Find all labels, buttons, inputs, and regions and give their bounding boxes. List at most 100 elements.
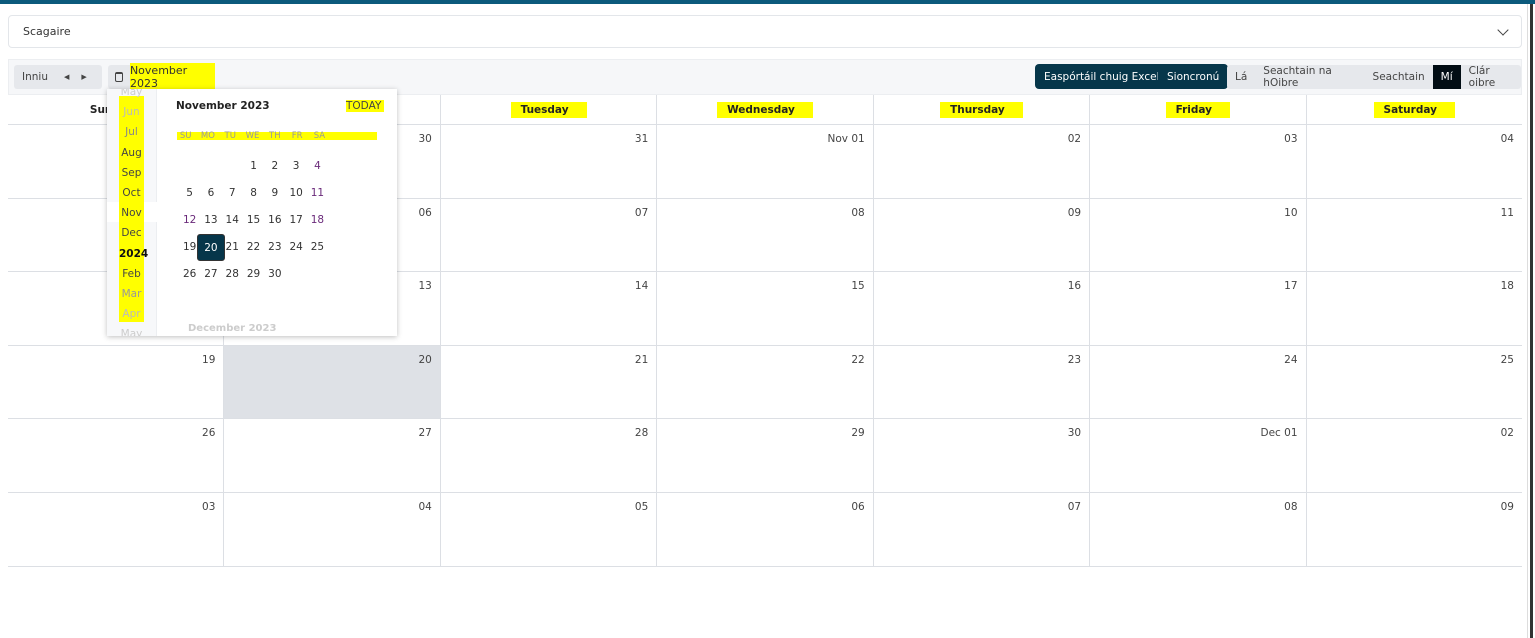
day-number: 27 [418,427,432,439]
day-cell[interactable]: 20 [223,345,440,418]
day-cell[interactable]: 02 [872,125,1089,198]
day-cell[interactable]: 31 [439,125,656,198]
day-cell[interactable]: 03 [1089,125,1305,198]
prev-button[interactable]: ◀ [56,65,77,89]
view-week[interactable]: Seachtain [1365,65,1433,89]
day-number: 06 [418,206,432,219]
calendar-icon [115,72,123,82]
month-item[interactable]: Aug [119,143,144,163]
day-number: 30 [1067,427,1082,439]
day-cell[interactable]: 09 [872,198,1089,271]
view-month[interactable]: Mí [1432,65,1461,89]
picker-day[interactable]: 18 [304,207,331,234]
day-cell[interactable]: 21 [439,345,656,418]
picker-week: 19 20 21 22 23 24 25 [182,234,377,261]
day-number: 02 [1500,427,1514,439]
day-cell[interactable]: 03 [8,493,223,567]
day-cell[interactable]: 08 [656,198,872,271]
view-day[interactable]: Lá [1227,65,1255,89]
day-number: 05 [634,500,649,513]
day-cell[interactable]: 08 [1089,492,1305,566]
day-cell[interactable]: 28 [439,419,656,492]
month-item[interactable]: Feb [119,264,144,284]
day-cell[interactable]: 26 [8,419,223,492]
filter-label: Scagaire [23,25,71,38]
day-cell[interactable]: 10 [1089,198,1305,271]
day-number: Nov 01 [827,133,865,145]
next-button[interactable]: ▶ [77,65,90,89]
current-period-label: November 2023 [129,63,215,91]
month-item[interactable]: Oct [119,183,144,203]
month-item[interactable]: May [119,324,144,336]
view-agenda[interactable]: Clár oibre [1461,65,1521,89]
day-number: 17 [1284,280,1298,292]
day-number: 18 [1500,280,1514,292]
scrollbar[interactable] [1527,4,1535,638]
month-item[interactable]: Nov [119,203,144,223]
export-excel-button[interactable]: Easpórtáil chuig Excel [1035,64,1169,89]
picker-day[interactable]: 4 [304,153,331,180]
day-cell[interactable]: 04 [223,492,439,566]
day-cell[interactable]: 22 [656,345,872,418]
day-number: 08 [1284,500,1298,513]
month-item[interactable]: Sep [119,163,144,183]
month-item[interactable]: Jul [119,122,144,142]
picker-day[interactable]: 25 [304,234,331,261]
day-cell[interactable]: 16 [872,272,1089,345]
day-cell[interactable]: 27 [223,419,439,492]
month-item[interactable]: Jun [119,102,144,122]
day-cell[interactable]: 07 [872,492,1089,566]
day-cell[interactable]: 19 [8,346,223,419]
day-cell[interactable]: 24 [1089,345,1305,418]
month-item[interactable]: Apr [119,304,144,324]
day-number: 24 [1284,353,1298,366]
day-cell[interactable]: Nov 01 [656,125,872,198]
month-list[interactable]: May Jun Jul Aug Sep Oct Nov Dec 2024 Feb Mar Apr May [107,89,158,336]
filter-panel[interactable]: Scagaire [8,15,1522,48]
day-number: 25 [1500,353,1514,366]
sync-button[interactable]: Sioncronú [1158,64,1229,89]
month-item[interactable]: 2024 [119,244,148,264]
picker-today-button[interactable]: TODAY [346,100,385,112]
chevron-down-icon[interactable] [1497,23,1509,36]
day-cell[interactable]: 06 [656,492,872,566]
day-cell[interactable]: 29 [656,419,872,492]
day-cell[interactable]: 09 [1305,492,1522,566]
day-cell[interactable]: 17 [1089,272,1305,345]
day-cell[interactable]: 30 [872,419,1089,492]
day-number: 22 [851,353,865,366]
day-cell[interactable]: 11 [1305,198,1522,271]
day-number: Dec 01 [1260,427,1298,439]
weekday-header-cell: Saturday [1305,95,1522,124]
picker-week: 1234 [182,153,377,180]
day-cell[interactable]: 25 [1305,345,1522,418]
picker-week: 26 27 28 29 30 [182,261,377,288]
day-number: 26 [202,427,216,439]
week-row: 03 04 05 06 07 08 09 [8,492,1522,567]
weekday-abbr: SA [313,131,326,141]
caret-left-icon: ◀ [63,73,70,81]
day-number: 03 [202,500,216,513]
month-item[interactable]: Dec [119,223,144,243]
day-cell[interactable]: 15 [656,272,872,345]
day-cell[interactable]: 04 [1305,125,1522,198]
date-picker-button[interactable]: November 2023 [108,63,215,91]
day-number: 30 [418,133,432,145]
month-item[interactable]: Mar [119,284,144,304]
view-workweek[interactable]: Seachtain na hOibre [1255,65,1364,89]
picker-day[interactable]: 11 [304,180,331,207]
day-cell[interactable]: Dec 01 [1089,419,1305,492]
day-cell[interactable]: 18 [1305,272,1522,345]
picker-week: 5 6 7 8 9 10 11 [182,180,377,207]
day-cell[interactable]: 02 [1305,419,1522,492]
today-button[interactable]: Inniu [14,65,56,89]
day-cell[interactable]: 14 [439,272,656,345]
day-cell[interactable]: 05 [439,492,656,566]
day-cell[interactable]: 23 [872,345,1089,418]
month-item[interactable]: May [119,89,144,102]
day-cell[interactable]: 07 [439,198,656,271]
day-number: 13 [418,280,432,292]
day-number: 07 [634,206,649,219]
day-number: 03 [1284,133,1298,145]
day-number: 21 [634,353,649,366]
